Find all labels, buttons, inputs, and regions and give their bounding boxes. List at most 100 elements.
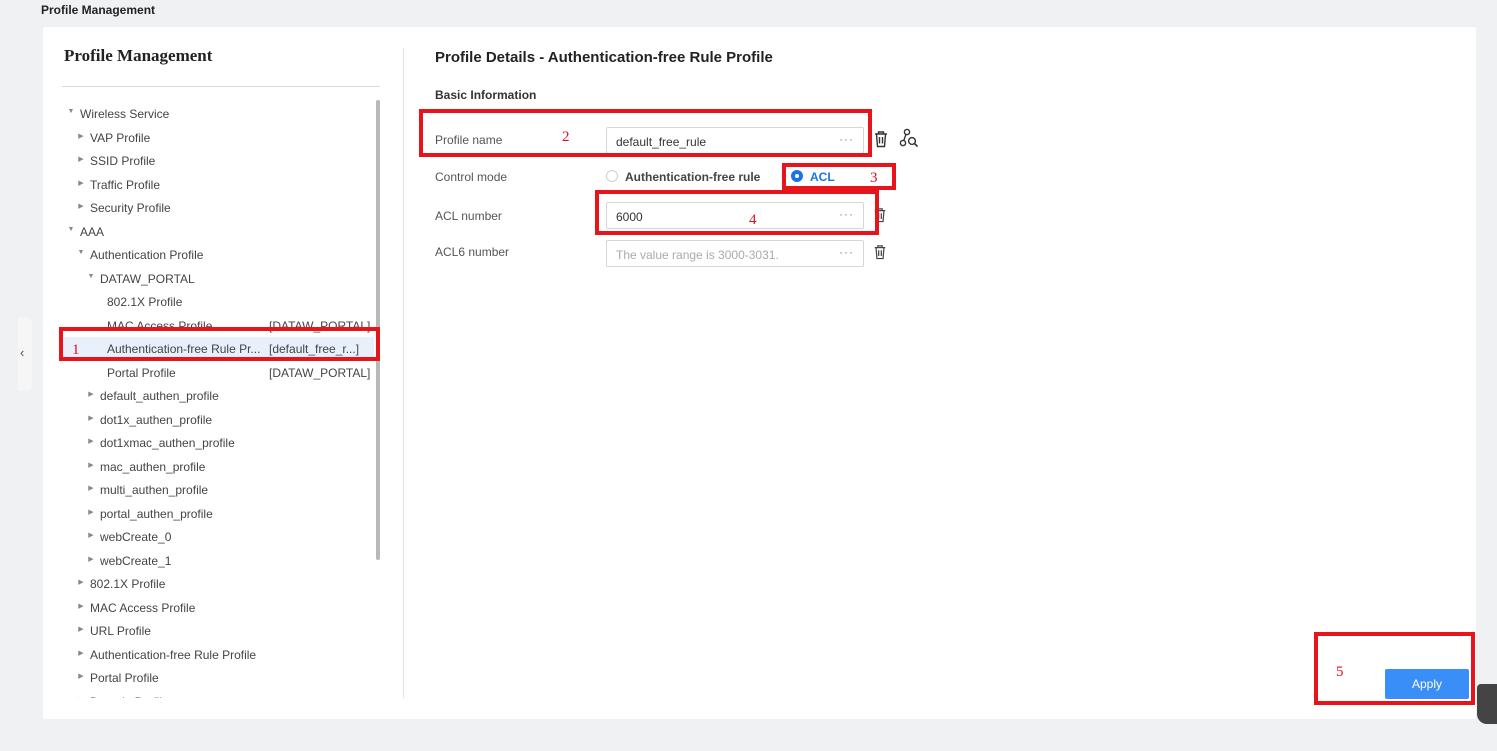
details-title: Profile Details - Authentication-free Ru… (435, 49, 773, 66)
tree-item-label: Portal Profile (107, 365, 176, 380)
tree-item[interactable]: ▶ Traffic Profile (62, 173, 374, 196)
tree-item-label: AAA (80, 224, 105, 239)
page-title: Profile Management (41, 3, 156, 17)
tree-item[interactable]: Portal Profile [DATAW_PORTAL] (62, 361, 374, 384)
tree-item-label: mac_authen_profile (100, 459, 206, 474)
tree-item-label: default_authen_profile (100, 389, 219, 403)
tree-item-label: Traffic Profile (90, 177, 161, 192)
section-title: Basic Information (435, 88, 537, 102)
tree-item-label: DATAW_PORTAL (100, 271, 195, 286)
tree-item[interactable]: ▶ mac_authen_profile (62, 455, 374, 478)
caret-right-icon[interactable]: ▶ (77, 649, 85, 657)
tree-item-label: MAC Access Profile (90, 600, 196, 615)
annotation-box-3 (782, 163, 896, 190)
tree-item[interactable]: ▶ URL Profile (62, 619, 374, 642)
tree-item-label: Domain Profile (90, 695, 169, 699)
tree-item-label: SSID Profile (90, 154, 156, 168)
caret-right-icon[interactable]: ▶ (77, 625, 85, 633)
tree-item-label: multi_authen_profile (100, 483, 209, 497)
tree-item-label: Portal Profile (90, 671, 159, 685)
tree-item[interactable]: ▶ webCreate_1 (62, 549, 374, 572)
tree-item-label: Security Profile (90, 201, 171, 215)
tree-item-label: dot1x_authen_profile (100, 412, 213, 427)
caret-right-icon[interactable]: ▶ (77, 602, 85, 610)
tree-item-label: portal_authen_profile (100, 506, 213, 521)
caret-right-icon[interactable]: ▶ (87, 414, 95, 422)
tree-item[interactable]: ▶ Security Profile (62, 196, 374, 219)
caret-right-icon[interactable]: ▶ (77, 179, 85, 187)
collapse-sidebar-button[interactable]: ‹ (18, 317, 32, 391)
tree-item[interactable]: ▶ SSID Profile (62, 149, 374, 172)
caret-right-icon[interactable]: ▶ (77, 696, 85, 699)
chevron-left-icon: ‹ (20, 345, 25, 360)
caret-right-icon[interactable]: ▶ (77, 202, 85, 210)
tree-item-label: webCreate_0 (100, 530, 172, 544)
tree-item[interactable]: 802.1X Profile (62, 290, 374, 313)
reference-icon[interactable] (899, 128, 919, 148)
tree-item-label: Authentication-free Rule Profile (90, 647, 257, 662)
tree-item[interactable]: ▼ AAA (62, 220, 374, 243)
annotation-number: 2 (562, 129, 570, 145)
annotation-number: 3 (870, 170, 878, 186)
annotation-number: 4 (749, 212, 757, 228)
annotation-number: 5 (1336, 664, 1344, 680)
tree-item-label: dot1xmac_authen_profile (100, 436, 235, 450)
floating-widget[interactable] (1477, 684, 1497, 724)
top-bar: Profile Management (0, 0, 1497, 26)
trash-icon[interactable] (873, 244, 887, 260)
tree-item[interactable]: ▶ Domain Profile (62, 690, 374, 699)
caret-right-icon[interactable]: ▶ (77, 132, 85, 140)
left-panel-title: Profile Management (64, 46, 213, 65)
acl6-number-placeholder: The value range is 3000-3031. (616, 248, 779, 262)
annotation-number: 1 (72, 342, 80, 358)
tree-item[interactable]: ▶ MAC Access Profile (62, 596, 374, 619)
caret-right-icon[interactable]: ▶ (87, 484, 95, 492)
tree-item[interactable]: ▶ VAP Profile (62, 126, 374, 149)
caret-down-icon[interactable]: ▼ (77, 249, 85, 256)
tree-item-label: webCreate_1 (100, 553, 172, 568)
tree-item[interactable]: ▶ dot1xmac_authen_profile (62, 431, 374, 454)
tree-item[interactable]: ▶ dot1x_authen_profile (62, 408, 374, 431)
caret-right-icon[interactable]: ▶ (77, 672, 85, 680)
radio-circle-icon (606, 170, 618, 182)
tree-item-label: 802.1X Profile (90, 577, 166, 591)
tree-item-label: 802.1X Profile (107, 295, 183, 309)
caret-down-icon[interactable]: ▼ (87, 273, 95, 280)
tree-item[interactable]: ▼ DATAW_PORTAL (62, 267, 374, 290)
annotation-box-2 (419, 109, 872, 157)
caret-right-icon[interactable]: ▶ (77, 578, 85, 586)
caret-right-icon[interactable]: ▶ (87, 461, 95, 469)
tree-item[interactable]: ▶ portal_authen_profile (62, 502, 374, 525)
acl6-number-label: ACL6 number (435, 245, 510, 259)
caret-down-icon[interactable]: ▼ (67, 108, 75, 115)
tree-item[interactable]: ▶ multi_authen_profile (62, 478, 374, 501)
caret-right-icon[interactable]: ▶ (87, 437, 95, 445)
radio-label: Authentication-free rule (625, 170, 761, 184)
more-icon[interactable]: ··· (839, 245, 854, 259)
caret-right-icon[interactable]: ▶ (87, 555, 95, 563)
acl-number-label: ACL number (435, 209, 502, 223)
caret-right-icon[interactable]: ▶ (87, 531, 95, 539)
annotation-box-4 (595, 190, 879, 235)
tree-item-tag: [DATAW_PORTAL] (269, 365, 371, 380)
tree-item[interactable]: ▶ 802.1X Profile (62, 572, 374, 595)
divider (62, 86, 380, 87)
tree-item-label: Wireless Service (80, 107, 170, 121)
caret-right-icon[interactable]: ▶ (77, 155, 85, 163)
tree-item[interactable]: ▶ default_authen_profile (62, 384, 374, 407)
panel-divider (403, 48, 404, 698)
control-mode-label: Control mode (435, 170, 508, 184)
tree-item[interactable]: ▼ Authentication Profile (62, 243, 374, 266)
caret-right-icon[interactable]: ▶ (87, 508, 95, 516)
tree-item[interactable]: ▶ Authentication-free Rule Profile (62, 643, 374, 666)
tree-item[interactable]: ▶ Portal Profile (62, 666, 374, 689)
annotation-box-1 (59, 327, 380, 361)
acl6-number-field[interactable]: The value range is 3000-3031. ··· (606, 240, 864, 267)
tree-item[interactable]: ▶ webCreate_0 (62, 525, 374, 548)
tree-item[interactable]: ▼ Wireless Service (62, 102, 374, 125)
caret-right-icon[interactable]: ▶ (87, 390, 95, 398)
caret-down-icon[interactable]: ▼ (67, 226, 75, 233)
profile-tree: ▼ Wireless Service ▶ VAP Profile ▶ SSID Profi… (62, 100, 374, 698)
tree-item-label: Authentication Profile (90, 248, 204, 262)
trash-icon[interactable] (873, 130, 889, 148)
